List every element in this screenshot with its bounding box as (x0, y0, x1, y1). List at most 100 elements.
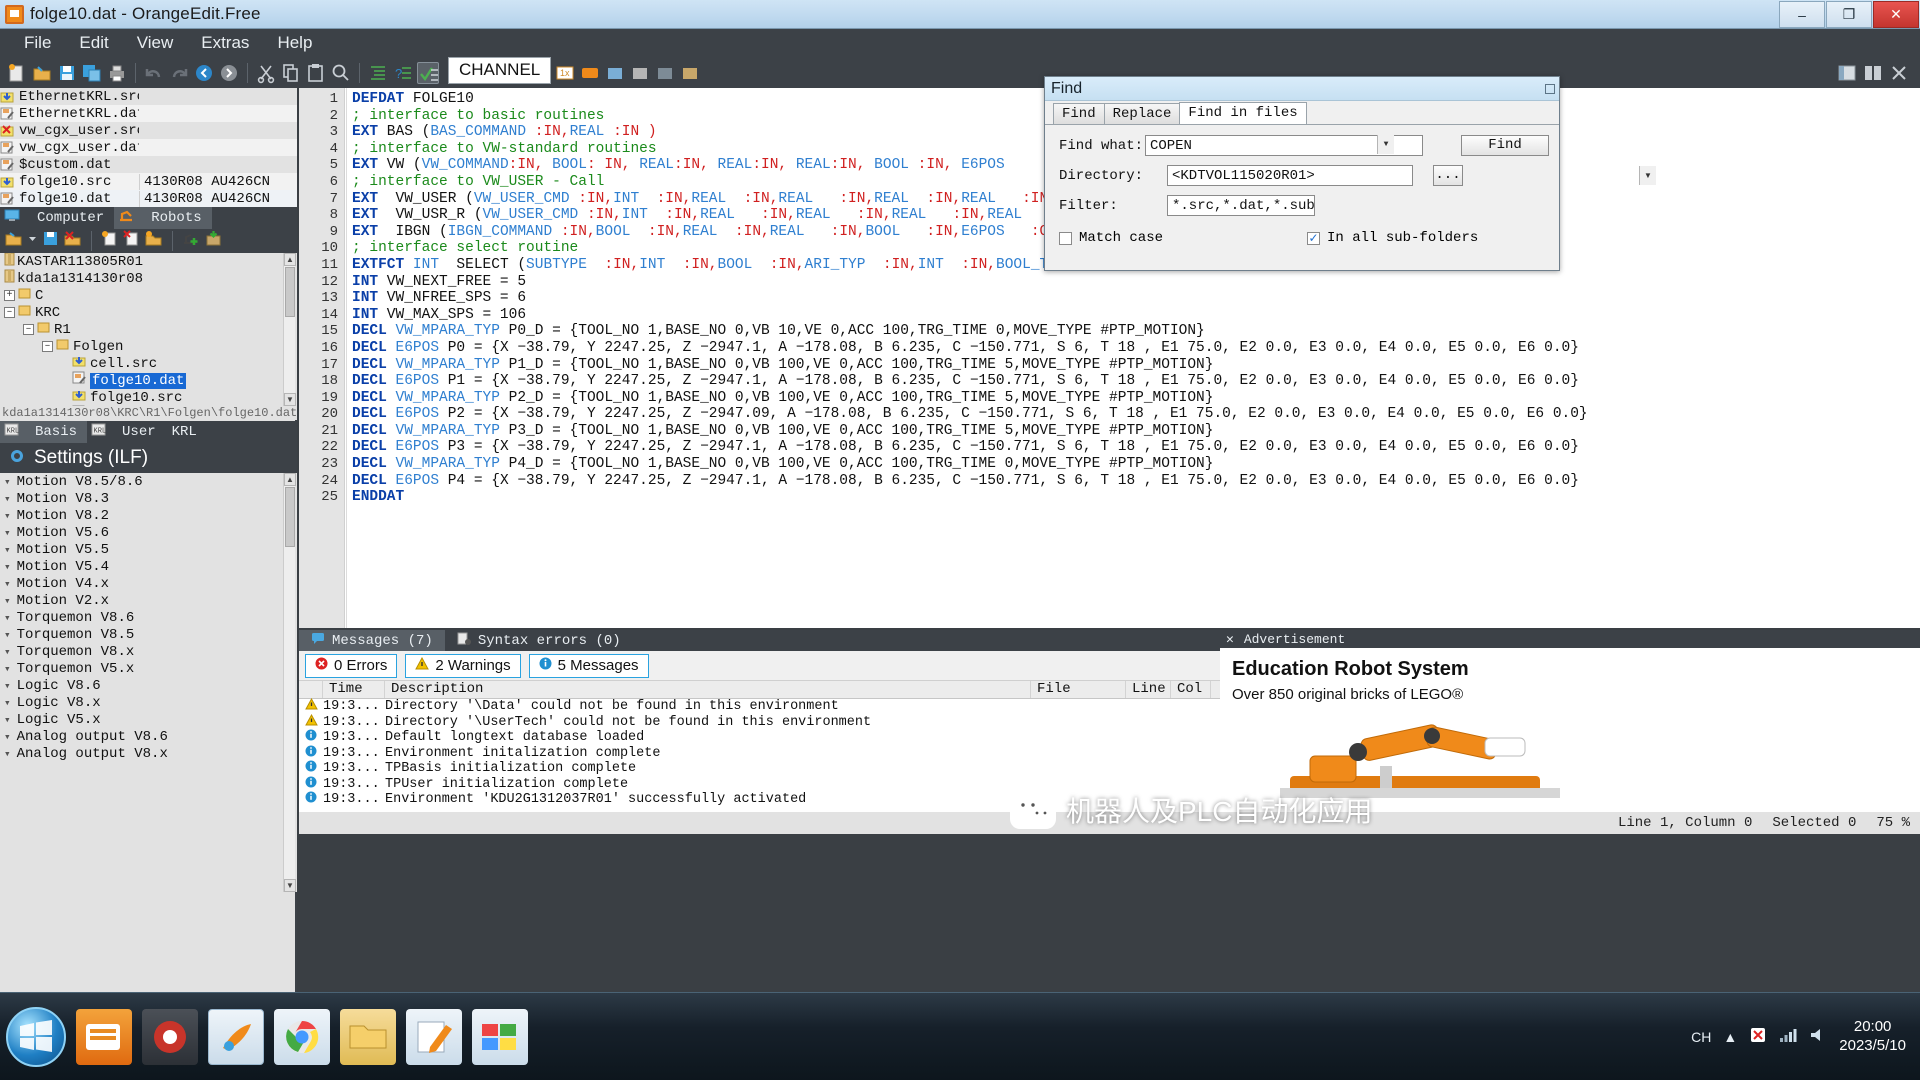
expander-icon[interactable]: – (4, 307, 15, 318)
file-row[interactable]: EthernetKRL.dat (0, 105, 297, 122)
scroll-up-button[interactable]: ▲ (284, 473, 296, 486)
settings-item[interactable]: ▾Logic V5.x (0, 711, 297, 728)
save-project-icon[interactable] (42, 230, 59, 252)
copy-icon[interactable] (280, 62, 302, 84)
scroll-down-button[interactable]: ▼ (284, 879, 296, 892)
settings-item[interactable]: ▾Motion V8.3 (0, 490, 297, 507)
open-folder-icon[interactable] (31, 62, 53, 84)
tree-node[interactable]: – Folgen (0, 338, 297, 355)
code-line[interactable]: DECL VW_MPARA_TYP P3_D = {TOOL_NO 1,BASE… (352, 423, 1920, 440)
filter-input[interactable]: *.src,*.dat,*.sub (1167, 195, 1315, 216)
close-view-icon[interactable] (1888, 62, 1910, 84)
code-line[interactable]: DECL E6POS P0 = {X −38.79, Y 2247.25, Z … (352, 340, 1920, 357)
orangeedit-icon[interactable] (208, 1009, 264, 1065)
menu-view[interactable]: View (123, 31, 188, 55)
comment-icon[interactable]: ? (392, 62, 414, 84)
settings-item[interactable]: ▾Motion V5.4 (0, 558, 297, 575)
tree-node[interactable]: – KRC (0, 304, 297, 321)
settings-item[interactable]: ▾Motion V8.2 (0, 507, 297, 524)
tool3-icon[interactable] (629, 62, 651, 84)
tree-node-selected[interactable]: folge10.dat (0, 372, 297, 389)
settings-item[interactable]: ▾Torquemon V8.6 (0, 609, 297, 626)
tree-node[interactable]: folge10.src (0, 389, 297, 406)
chevron-down-icon[interactable]: ▼ (1377, 135, 1394, 154)
maximize-button[interactable]: ❐ (1826, 1, 1872, 28)
message-row[interactable]: 19:3...Default longtext database loaded (299, 730, 1220, 746)
clock[interactable]: 20:00 2023/5/10 (1839, 1018, 1906, 1056)
print-icon[interactable] (106, 62, 128, 84)
windows-start-icon[interactable] (6, 1007, 66, 1067)
archive-icon[interactable] (205, 230, 222, 252)
filter-warnings-button[interactable]: 2 Warnings (405, 654, 520, 678)
tree-node[interactable]: + C (0, 287, 297, 304)
tree-node[interactable]: kda1a1314130r08 (0, 270, 297, 287)
layout-icon[interactable] (1836, 62, 1858, 84)
scroll-up-button[interactable]: ▲ (284, 253, 296, 266)
code-line[interactable]: DECL VW_MPARA_TYP P0_D = {TOOL_NO 1,BASE… (352, 323, 1920, 340)
editor-icon[interactable] (406, 1009, 462, 1065)
tree-node[interactable]: KASTAR113805R01 (0, 253, 297, 270)
new-folder-icon[interactable] (145, 230, 163, 252)
message-row[interactable]: 19:3...Environment initalization complet… (299, 746, 1220, 762)
scroll-thumb[interactable] (285, 487, 295, 547)
tab-find-in-files[interactable]: Find in files (1179, 102, 1306, 125)
split-view-icon[interactable] (1862, 62, 1884, 84)
code-line[interactable]: DECL E6POS P1 = {X −38.79, Y 2247.25, Z … (352, 373, 1920, 390)
tab-messages[interactable]: Messages (7) (299, 630, 445, 651)
add-robot-icon[interactable] (182, 230, 200, 252)
tab-robots[interactable]: Robots (114, 207, 211, 229)
expander-icon[interactable]: – (42, 341, 53, 352)
settings-scrollbar[interactable]: ▲ ▼ (283, 473, 295, 892)
dropdown-arrow-icon[interactable] (28, 230, 37, 252)
settings-item[interactable]: ▾Torquemon V8.5 (0, 626, 297, 643)
menu-extras[interactable]: Extras (187, 31, 263, 55)
settings-item[interactable]: ▾Analog output V8.x (0, 745, 297, 762)
tool4-icon[interactable] (654, 62, 676, 84)
hex-icon[interactable]: 1x (554, 62, 576, 84)
settings-item[interactable]: ▾Logic V8.x (0, 694, 297, 711)
menu-edit[interactable]: Edit (65, 31, 122, 55)
find-icon[interactable] (330, 62, 352, 84)
project-tree[interactable]: KASTAR113805R01 kda1a1314130r08 + C – KR… (0, 253, 297, 406)
explorer-icon[interactable] (340, 1009, 396, 1065)
settings-item[interactable]: ▾Motion V4.x (0, 575, 297, 592)
ime-indicator[interactable]: CH (1691, 1029, 1711, 1045)
network-icon[interactable] (1779, 1027, 1797, 1046)
filter-messages-button[interactable]: 5 Messages (529, 654, 649, 678)
code-line[interactable]: INT VW_NFREE_SPS = 6 (352, 290, 1920, 307)
in-all-subfolders-checkbox[interactable] (1307, 232, 1320, 245)
tool5-icon[interactable] (679, 62, 701, 84)
save-all-icon[interactable] (81, 62, 103, 84)
code-line[interactable]: INT VW_MAX_SPS = 106 (352, 307, 1920, 324)
volume-icon[interactable] (1809, 1027, 1827, 1046)
tab-krl[interactable]: KRL (164, 421, 205, 443)
file-list[interactable]: EthernetKRL.src EthernetKRL.dat vw_cgx_u… (0, 88, 297, 207)
tab-user[interactable]: KRL User (87, 421, 164, 443)
tab-syntax-errors[interactable]: Syntax errors (0) (445, 630, 633, 651)
settings-item[interactable]: ▾Torquemon V8.x (0, 643, 297, 660)
file-row[interactable]: vw_cgx_user.src (0, 122, 297, 139)
back-icon[interactable] (193, 62, 215, 84)
code-line[interactable]: DECL VW_MPARA_TYP P2_D = {TOOL_NO 1,BASE… (352, 390, 1920, 407)
expander-icon[interactable]: – (23, 324, 34, 335)
advertisement-body[interactable]: Education Robot System Over 850 original… (1220, 648, 1920, 812)
code-line[interactable]: DECL E6POS P3 = {X −38.79, Y 2247.25, Z … (352, 439, 1920, 456)
colorful-app-icon[interactable] (472, 1009, 528, 1065)
code-line[interactable]: DECL E6POS P4 = {X −38.79, Y 2247.25, Z … (352, 473, 1920, 490)
code-line[interactable]: INT VW_NEXT_FREE = 5 (352, 274, 1920, 291)
message-row[interactable]: 19:3...TPBasis initialization complete (299, 761, 1220, 777)
menu-help[interactable]: Help (263, 31, 326, 55)
filter-errors-button[interactable]: 0 Errors (305, 654, 397, 678)
resize-grip-icon[interactable] (1545, 84, 1555, 94)
find-button[interactable]: Find (1461, 135, 1549, 156)
code-line[interactable]: ENDDAT (352, 489, 1920, 506)
undo-icon[interactable] (143, 62, 165, 84)
close-icon[interactable]: ✕ (1226, 632, 1234, 647)
chrome-icon[interactable] (274, 1009, 330, 1065)
check-syntax-icon[interactable] (417, 62, 439, 84)
tab-replace[interactable]: Replace (1104, 103, 1181, 125)
settings-item[interactable]: ▾Motion V8.5/8.6 (0, 473, 297, 490)
close-project-icon[interactable] (64, 230, 82, 252)
kuka-icon[interactable] (579, 62, 601, 84)
settings-item[interactable]: ▾Motion V5.6 (0, 524, 297, 541)
